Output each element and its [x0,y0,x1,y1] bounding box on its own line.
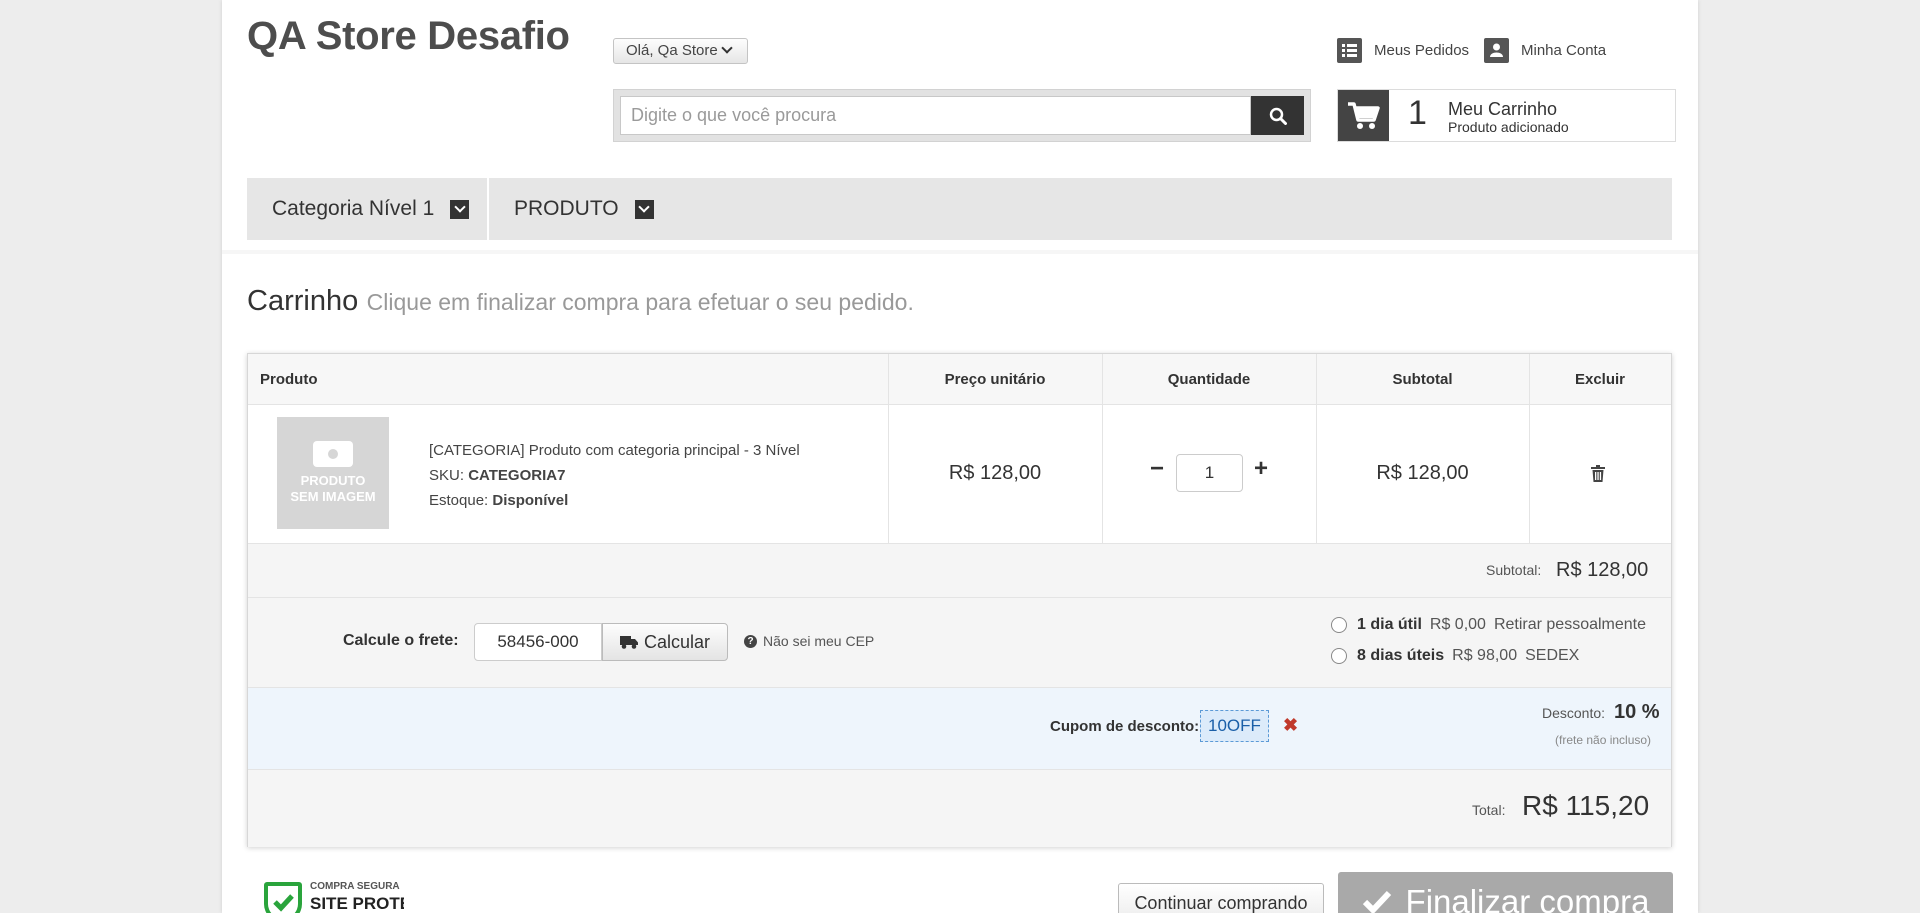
continue-shopping-button[interactable]: Continuar comprando [1118,883,1324,913]
nav-item-label: PRODUTO [514,197,619,220]
seal-line-1: COMPRA SEGURA [310,881,400,892]
remove-coupon-icon[interactable]: ✖ [1283,715,1298,736]
seal-line-2: SITE PROTEGIDO [310,894,404,913]
header-product: Produto [248,354,888,405]
discount-label: Desconto: [1542,705,1606,721]
calculate-shipping-button[interactable]: Calcular [602,623,728,661]
my-account-link[interactable]: Minha Conta [1484,36,1606,64]
nav-item-categoria[interactable]: Categoria Nível 1 [247,178,470,240]
shipping-days: 1 dia útil [1357,616,1422,633]
unknown-cep-label: Não sei meu CEP [763,633,875,649]
search-input[interactable] [620,96,1251,135]
subtotal-row [248,544,1671,597]
question-circle-icon: ? [744,634,757,648]
product-stock: Estoque: Disponível [429,492,568,509]
header-quantity: Quantidade [1102,354,1316,405]
radio-button[interactable] [1331,617,1347,633]
search-button[interactable] [1251,96,1304,135]
sku-label: SKU: [429,467,465,484]
no-image-text-1: PRODUTO [300,473,366,488]
discount-value: 10 % [1614,701,1660,723]
column-divider [888,354,889,543]
camera-icon [313,441,353,467]
shipping-option-sedex[interactable]: 8 dias úteis R$ 98,00 SEDEX [1331,647,1579,665]
cart-icon [1338,90,1389,141]
shipping-row [248,598,1671,687]
my-orders-label: Meus Pedidos [1374,41,1470,59]
chevron-down-icon [721,42,733,54]
shipping-price: R$ 98,00 [1452,647,1518,664]
search-bar [613,89,1311,142]
page-container: QA Store Desafio Olá, Qa Store Meus Pedi… [222,0,1698,913]
page-title-main: Carrinho [247,285,359,317]
no-image-text-2: SEM IMAGEM [290,489,376,504]
header-subtotal: Subtotal [1316,354,1529,405]
shipping-option-pickup[interactable]: 1 dia útil R$ 0,00 Retirar pessoalmente [1331,616,1646,634]
header-divider [222,250,1698,254]
shipping-method: SEDEX [1525,647,1580,664]
header-remove: Excluir [1529,354,1671,405]
subtotal-value: R$ 128,00 [1556,559,1649,581]
subtotal-label: Subtotal: [1486,562,1542,578]
unit-price: R$ 128,00 [948,462,1042,484]
my-account-label: Minha Conta [1521,41,1607,59]
shipping-method: Retirar pessoalmente [1493,616,1647,633]
cart-subtitle: Produto adicionado [1448,119,1569,135]
sku-value: CATEGORIA7 [468,467,566,484]
discount-note: (frete não incluso) [1555,733,1652,747]
coupon-code: 10OFF [1200,710,1269,742]
finalize-purchase-button[interactable]: Finalizar compra [1338,872,1673,913]
quantity-input[interactable] [1176,454,1243,492]
shipping-label: Calcule o frete: [343,632,459,649]
shipping-price: R$ 0,00 [1429,616,1486,633]
cart-count: 1 [1408,94,1427,132]
cart-table: Produto Preço unitário Quantidade Subtot… [247,353,1672,847]
nav-item-label: Categoria Nível 1 [272,197,435,220]
store-logo[interactable]: QA Store Desafio [247,14,570,59]
row-subtotal: R$ 128,00 [1376,462,1469,484]
calculate-label: Calcular [643,631,711,652]
total-value: R$ 115,20 [1522,790,1650,821]
my-orders-link[interactable]: Meus Pedidos [1337,36,1469,64]
total-label: Total: [1472,802,1506,818]
chevron-down-icon [634,199,654,219]
cep-input[interactable] [474,623,602,661]
shipping-days: 8 dias úteis [1357,647,1445,664]
stock-value: Disponível [492,492,569,509]
product-image-placeholder[interactable]: PRODUTO SEM IMAGEM [277,417,389,529]
category-nav: Categoria Nível 1 PRODUTO [247,178,1672,240]
product-name-link[interactable]: [CATEGORIA] Produto com categoria princi… [429,442,800,459]
nav-item-produto[interactable]: PRODUTO [489,178,654,240]
unknown-cep-link[interactable]: ? Não sei meu CEP [744,633,874,649]
greeting-label: Olá, Qa Store [626,42,718,59]
cart-title: Meu Carrinho [1448,99,1558,119]
radio-button[interactable] [1331,648,1347,664]
column-divider [1102,354,1103,543]
page-title-subtitle: Clique em finalizar compra para efetuar … [366,289,914,315]
finalize-label: Finalizar compra [1405,883,1650,913]
check-icon [1362,890,1391,913]
user-greeting-dropdown[interactable]: Olá, Qa Store [613,38,748,64]
shield-check-icon [264,882,302,913]
coupon-row [248,688,1671,769]
stock-label: Estoque: [429,492,489,509]
header-unit-price: Preço unitário [888,354,1102,405]
user-icon [1484,37,1509,63]
truck-icon [619,635,638,649]
coupon-label: Cupom de desconto: [1050,718,1200,735]
product-sku: SKU: CATEGORIA7 [429,467,565,484]
trash-icon[interactable] [1591,465,1605,487]
list-icon [1337,37,1362,63]
column-divider [1529,354,1530,543]
secure-site-seal: COMPRA SEGURA SITE PROTEGIDO [264,878,404,913]
mini-cart[interactable]: 1 Meu Carrinho Produto adicionado [1337,89,1676,142]
search-icon [1269,107,1287,125]
total-row [248,770,1671,847]
chevron-down-icon [450,199,470,219]
page-title: Carrinho Clique em finalizar compra para… [247,285,914,318]
quantity-decrease-button[interactable]: − [1150,455,1164,483]
quantity-increase-button[interactable]: + [1254,455,1268,483]
